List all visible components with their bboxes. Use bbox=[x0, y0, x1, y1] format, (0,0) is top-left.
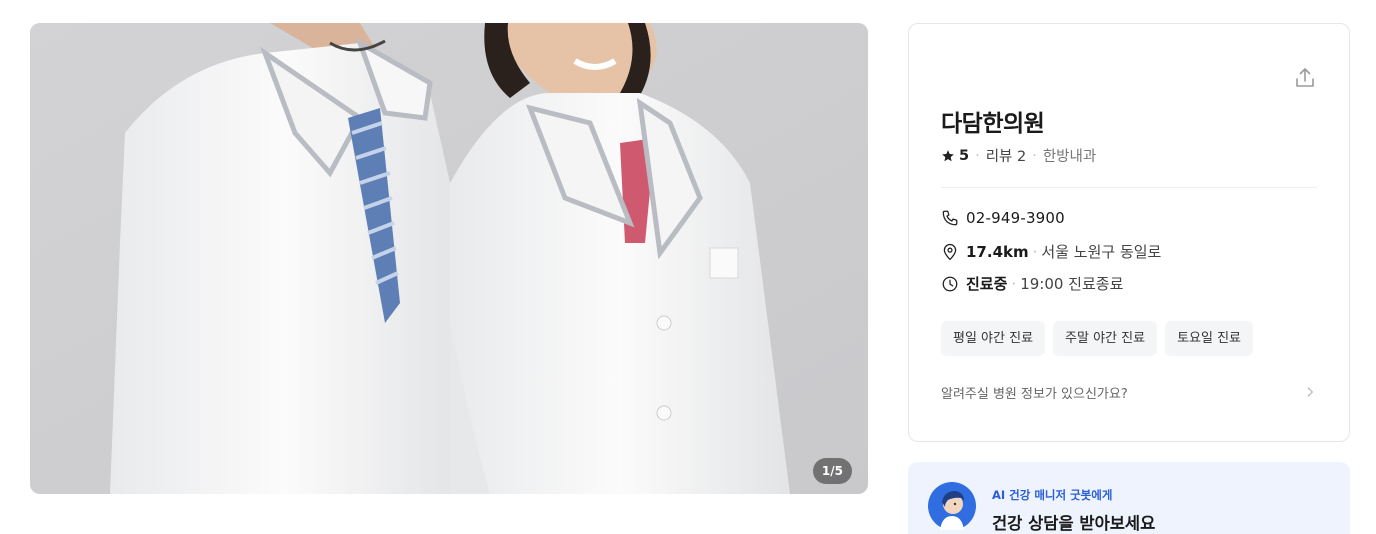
tag-weekday-night[interactable]: 평일 야간 진료 bbox=[941, 321, 1046, 356]
review-count-link[interactable]: 리뷰 2 bbox=[986, 145, 1027, 166]
separator-dot: · bbox=[1032, 147, 1037, 164]
share-icon bbox=[1296, 68, 1314, 87]
phone-icon bbox=[942, 210, 958, 226]
tag-saturday[interactable]: 토요일 진료 bbox=[1165, 321, 1253, 356]
location-pin-icon bbox=[943, 243, 957, 260]
address-text: 서울 노원구 동일로 bbox=[1041, 243, 1162, 261]
open-status: 진료중 bbox=[966, 275, 1008, 293]
star-icon bbox=[942, 149, 954, 161]
separator-dot: · bbox=[1011, 274, 1017, 293]
chevron-right-icon bbox=[1307, 387, 1313, 397]
category-label: 한방내과 bbox=[1042, 149, 1097, 165]
hours-row[interactable]: 진료중 · 19:00 진료종료 bbox=[941, 273, 1123, 294]
separator-dot: · bbox=[975, 147, 980, 164]
service-tags: 평일 야간 진료 주말 야간 진료 토요일 진료 bbox=[941, 321, 1253, 356]
divider bbox=[941, 187, 1317, 188]
closing-time: 19:00 진료종료 bbox=[1020, 275, 1124, 293]
bot-avatar-icon bbox=[928, 482, 976, 530]
ai-consult-banner[interactable]: AI 건강 매니저 굿봇에게 건강 상담을 받아보세요 bbox=[908, 462, 1350, 534]
hospital-info-card: 다담한의원 5 · 리뷰 2 · 한방내과 02-949-3900 17.4km bbox=[908, 23, 1350, 442]
ai-banner-subtitle: AI 건강 매니저 굿봇에게 bbox=[992, 488, 1113, 502]
tag-weekend-night[interactable]: 주말 야간 진료 bbox=[1053, 321, 1158, 356]
hospital-meta: 5 · 리뷰 2 · 한방내과 bbox=[941, 145, 1096, 166]
photo-counter: 1/5 bbox=[812, 458, 852, 484]
report-info-link[interactable]: 알려주실 병원 정보가 있으신가요? bbox=[941, 381, 1317, 403]
ai-banner-title: 건강 상담을 받아보세요 bbox=[992, 514, 1156, 533]
rating-value: 5 bbox=[959, 147, 970, 164]
phone-number[interactable]: 02-949-3900 bbox=[966, 209, 1065, 227]
hospital-name: 다담한의원 bbox=[941, 111, 1045, 137]
separator-dot: · bbox=[1032, 242, 1038, 261]
clock-icon bbox=[942, 276, 958, 291]
report-info-text: 알려주실 병원 정보가 있으신가요? bbox=[941, 386, 1128, 402]
location-row[interactable]: 17.4km · 서울 노원구 동일로 bbox=[941, 241, 1161, 262]
share-button[interactable] bbox=[1293, 66, 1317, 90]
phone-row[interactable]: 02-949-3900 bbox=[941, 209, 1065, 227]
photo-gallery[interactable]: 1/5 bbox=[30, 23, 868, 494]
doctors-photo bbox=[30, 23, 868, 494]
hospital-detail-page: 1/5 다담한의원 5 · 리뷰 2 · 한방내과 02-949-3900 17… bbox=[0, 0, 1376, 534]
distance-value: 17.4km bbox=[966, 242, 1029, 261]
